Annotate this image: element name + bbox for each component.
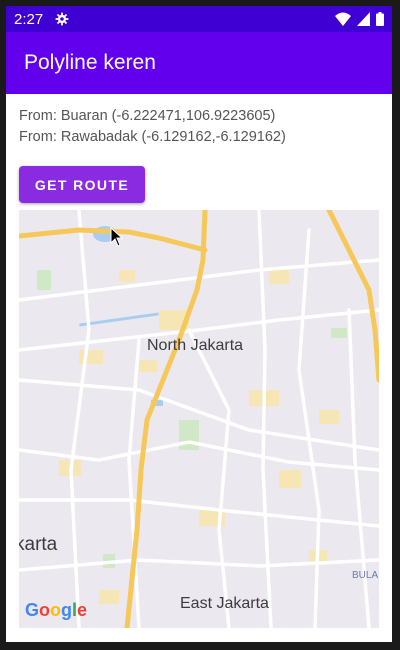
svg-text:e: e xyxy=(77,600,87,620)
google-logo: G o o g l e xyxy=(25,600,87,620)
status-time: 2:27 xyxy=(14,10,44,28)
map-view[interactable]: G o o g l e North Jakarta karta East Jak… xyxy=(19,210,379,628)
svg-text:o: o xyxy=(39,600,50,620)
from-origin-text: From: Buaran (-6.222471,106.9223605) xyxy=(19,108,276,124)
map-label-north-jakarta: North Jakarta xyxy=(147,337,244,354)
status-bar: 2:27 xyxy=(6,6,392,32)
from-destination-text: From: Rawabadak (-6.129162,-6.129162) xyxy=(19,129,286,145)
phone-screen: 2:27 Polyline keren From: Buaran (-6.222… xyxy=(6,6,392,642)
battery-icon xyxy=(376,12,384,26)
svg-text:G: G xyxy=(25,600,39,620)
map-label-jakarta-partial: karta xyxy=(19,534,58,555)
wifi-icon xyxy=(335,12,351,26)
map-tiles: G o o g l e xyxy=(19,210,379,628)
svg-text:g: g xyxy=(61,600,72,620)
gear-icon xyxy=(55,12,69,26)
get-route-button[interactable]: GET ROUTE xyxy=(19,166,145,203)
app-title: Polyline keren xyxy=(24,51,156,74)
signal-icon xyxy=(357,12,370,26)
map-label-east-jakarta: East Jakarta xyxy=(180,595,269,612)
svg-text:o: o xyxy=(50,600,61,620)
app-bar: Polyline keren xyxy=(6,32,392,94)
map-label-bula: BULA xyxy=(352,570,379,581)
mouse-cursor-icon xyxy=(110,227,124,247)
